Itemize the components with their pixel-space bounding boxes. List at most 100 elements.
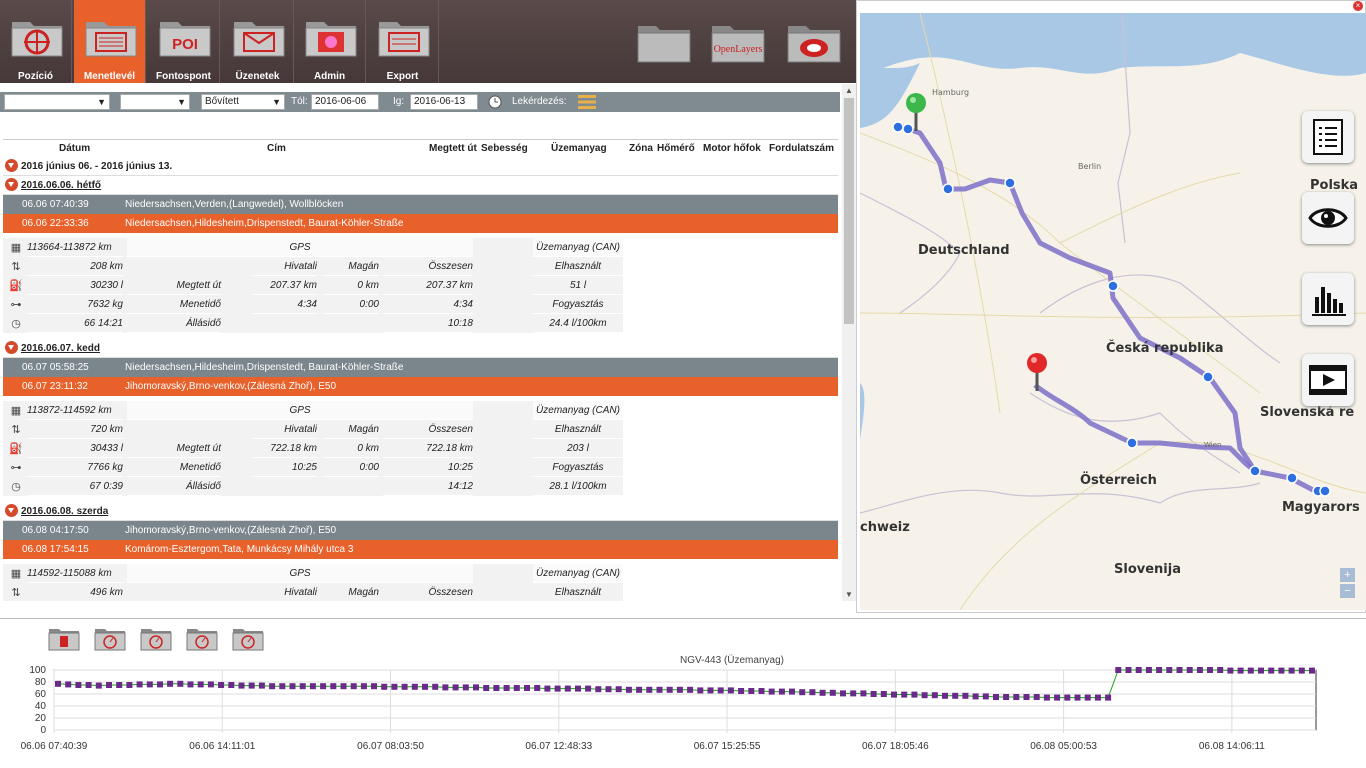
data-point [1288, 667, 1295, 674]
distance-label: Megtett út [127, 276, 221, 295]
zoom-out-button[interactable]: − [1340, 584, 1355, 598]
data-point [75, 682, 82, 688]
gauge-folder-icon[interactable] [94, 625, 126, 651]
driving-time-label: Menetidő [127, 295, 221, 314]
used-label: Elhasznált [533, 420, 623, 439]
collapse-icon[interactable] [5, 503, 18, 517]
end-address: Niedersachsen,Hildesheim,Drispenstedt, B… [125, 218, 404, 229]
data-point [707, 687, 714, 694]
data-point [870, 691, 877, 697]
scroll-up-icon[interactable]: ▲ [845, 86, 853, 95]
collapse-icon[interactable] [5, 158, 18, 172]
fuel-folder-icon[interactable] [48, 625, 80, 651]
official-header: Hivatali [253, 420, 317, 439]
map-folder-icon[interactable] [786, 18, 842, 64]
gauge-folder-icon[interactable] [186, 625, 218, 651]
trip-start-row[interactable]: 06.07 05:58:25 Niedersachsen,Hildesheim,D… [3, 358, 838, 377]
day-row[interactable]: 2016.06.06. hétfő [3, 176, 838, 195]
data-point [1227, 667, 1234, 674]
col-address[interactable]: Cím [267, 143, 286, 154]
toolbar-export-button[interactable]: Export [367, 0, 439, 83]
map-label: Deutschland [918, 243, 1010, 258]
col-zone[interactable]: Zóna [629, 143, 653, 154]
col-fuel[interactable]: Üzemanyag [551, 143, 607, 154]
col-date[interactable]: Dátum [59, 143, 90, 154]
visibility-button[interactable] [1302, 192, 1354, 244]
end-time: 06.08 17:54:15 [22, 544, 89, 555]
route-map[interactable]: Hamburg Berlin Polska Deutschland Česká … [860, 13, 1366, 610]
col-rpm[interactable]: Fordulatszám [769, 143, 834, 154]
playback-button[interactable] [1302, 354, 1354, 406]
from-date-input[interactable]: 2016-06-06 [311, 94, 379, 110]
collapse-icon[interactable] [5, 340, 18, 354]
to-date-input[interactable]: 2016-06-13 [410, 94, 478, 110]
clock-icon[interactable] [488, 95, 502, 109]
data-point [993, 694, 999, 700]
x-tick-label: 06.08 14:06:11 [1199, 741, 1265, 752]
list-view-button[interactable] [1302, 111, 1354, 163]
map-canvas[interactable]: Hamburg Berlin Polska Deutschland Česká … [860, 13, 1366, 610]
data-point [952, 692, 959, 699]
day-row[interactable]: 2016.06.07. kedd [3, 339, 838, 358]
map-label: Slovenská re [1260, 405, 1354, 420]
day-label[interactable]: 2016.06.06. hétfő [21, 180, 101, 191]
collapse-icon[interactable] [5, 177, 18, 191]
export-folder-icon [378, 22, 430, 57]
scrollbar-thumb[interactable] [844, 98, 854, 324]
used-label: Elhasznált [533, 583, 623, 601]
consumption-value: 28.1 l/100km [533, 477, 623, 496]
series-line [57, 669, 1312, 699]
vehicle-select[interactable]: ▼ [4, 94, 110, 110]
gauge-folder-icon[interactable] [140, 625, 172, 651]
data-point [768, 688, 775, 695]
data-point [605, 686, 612, 693]
openlayers-folder-icon[interactable]: OpenLayers [710, 18, 766, 64]
data-point [1207, 667, 1213, 673]
end-address: Jihomoravský,Brno-venkov,(Zálesná Zhoř),… [125, 381, 337, 392]
trip-end-row[interactable]: 06.08 17:54:15 Komárom-Esztergom,Tata, Mu… [3, 540, 838, 559]
period-row[interactable]: 2016 június 06. - 2016 június 13. [3, 157, 838, 176]
zoom-in-button[interactable]: + [1340, 568, 1355, 582]
day-label[interactable]: 2016.06.07. kedd [21, 343, 100, 354]
gauge-folder-icon[interactable] [232, 625, 264, 651]
data-point [982, 693, 989, 700]
trip-end-row[interactable]: 06.06 22:33:36 Niedersachsen,Hildesheim,D… [3, 214, 838, 233]
col-speed[interactable]: Sebesség [481, 143, 528, 154]
chart-button[interactable] [1302, 273, 1354, 325]
mode-select[interactable]: Bővített ▼ [201, 94, 285, 110]
toolbar-admin-button[interactable]: Admin [294, 0, 366, 83]
col-distance[interactable]: Megtett út [429, 143, 477, 154]
day-label[interactable]: 2016.06.08. szerda [21, 506, 108, 517]
group-select[interactable]: ▼ [120, 94, 190, 110]
y-tick-label: 40 [35, 701, 47, 712]
data-point [1054, 694, 1061, 701]
toolbar-messages-button[interactable]: Üzenetek [222, 0, 294, 83]
col-engine-temp[interactable]: Motor hőfok [703, 143, 761, 154]
trip-start-row[interactable]: 06.06 07:40:39 Niedersachsen,Verden,(Lang… [3, 195, 838, 214]
weight-value: 7766 kg [27, 458, 123, 477]
list-scrollbar[interactable]: ▲ ▼ [842, 84, 856, 601]
data-point [697, 687, 704, 694]
fuel-line-chart[interactable]: NGV-443 (Üzemanyag) 020406080100 06.06 0… [0, 650, 1366, 768]
start-time: 06.08 04:17:50 [22, 525, 89, 536]
col-thermometer[interactable]: Hőmérő [657, 143, 695, 154]
end-time: 06.06 22:33:36 [22, 218, 89, 229]
trip-start-row[interactable]: 06.08 04:17:50 Jihomoravský,Brno-venkov,(… [3, 521, 838, 540]
day-row[interactable]: 2016.06.08. szerda [3, 502, 838, 521]
data-point [625, 686, 632, 693]
toolbar-position-button[interactable]: Pozíció [0, 0, 72, 83]
idle-time-value: 14:12 [383, 477, 473, 496]
distance-icon: ⇅ [11, 424, 21, 436]
chart-grid [53, 669, 1317, 733]
data-point [1258, 667, 1264, 674]
toolbar-poi-button[interactable]: POI Fontospont [148, 0, 220, 83]
close-icon[interactable]: × [1353, 1, 1363, 11]
trip-end-row[interactable]: 06.07 23:11:32 Jihomoravský,Brno-venkov,(… [3, 377, 838, 396]
empty-folder-icon[interactable] [636, 18, 692, 64]
toolbar-trip-log-button[interactable]: Menetlevél [74, 0, 146, 83]
query-menu-icon[interactable] [577, 94, 597, 110]
start-time: 06.06 07:40:39 [22, 199, 89, 210]
fuel-header: Üzemanyag (CAN) [533, 238, 623, 257]
scroll-down-icon[interactable]: ▼ [845, 590, 853, 599]
poi-folder-icon: POI [159, 22, 211, 57]
